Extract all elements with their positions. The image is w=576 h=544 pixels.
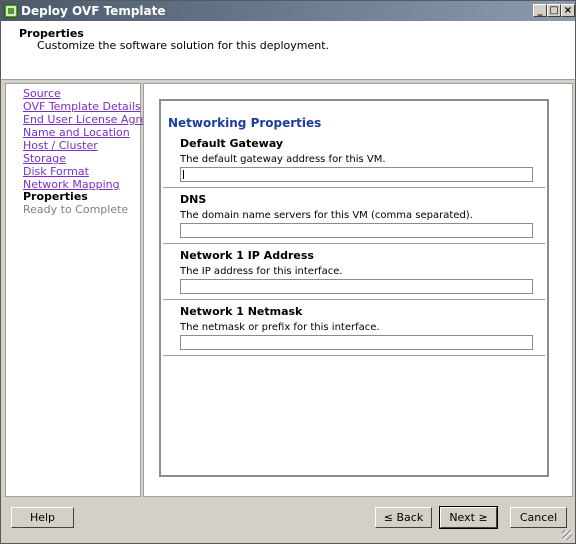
dns-label: DNS xyxy=(180,193,207,206)
network-1-netmask-input[interactable] xyxy=(180,335,533,350)
default-gateway-input[interactable] xyxy=(180,167,533,182)
help-button[interactable]: Help xyxy=(11,507,74,528)
section-divider xyxy=(163,243,545,245)
section-divider xyxy=(163,355,545,357)
deploy-ovf-window: Deploy OVF Template _ □ × Properties Cus… xyxy=(0,0,576,544)
wizard-steps-panel: Source OVF Template Details End User Lic… xyxy=(5,83,182,497)
nav-item-disk-format[interactable]: Disk Format xyxy=(23,165,89,178)
nav-item-source[interactable]: Source xyxy=(23,87,61,100)
back-button[interactable]: ≤ Back xyxy=(375,507,432,528)
nav-item-name-and-location[interactable]: Name and Location xyxy=(23,126,130,139)
dns-input[interactable] xyxy=(180,223,533,238)
maximize-button[interactable]: □ xyxy=(547,4,561,17)
section-divider xyxy=(163,187,545,189)
page-subtitle: Customize the software solution for this… xyxy=(37,39,330,52)
cancel-button[interactable]: Cancel xyxy=(510,507,567,528)
next-button[interactable]: Next ≥ xyxy=(439,506,498,529)
networking-properties-title: Networking Properties xyxy=(168,116,322,130)
networking-properties-panel: Networking Properties Default Gateway Th… xyxy=(159,99,549,477)
default-gateway-label: Default Gateway xyxy=(180,137,284,150)
close-button[interactable]: × xyxy=(561,4,575,17)
nav-item-properties: Properties xyxy=(23,190,88,203)
minimize-button[interactable]: _ xyxy=(533,4,547,17)
network-1-ip-address-label: Network 1 IP Address xyxy=(180,249,314,262)
section-divider xyxy=(163,299,545,301)
vsphere-app-icon xyxy=(4,4,18,18)
network-1-ip-address-input[interactable] xyxy=(180,279,533,294)
dns-description: The domain name servers for this VM (com… xyxy=(180,210,473,221)
nav-item-ovf-template-details[interactable]: OVF Template Details xyxy=(23,100,141,113)
wizard-header: Properties Customize the software soluti… xyxy=(1,21,575,80)
network-1-netmask-description: The netmask or prefix for this interface… xyxy=(180,322,380,333)
resize-grip-icon[interactable] xyxy=(562,530,572,540)
network-1-netmask-label: Network 1 Netmask xyxy=(180,305,303,318)
nav-item-host-cluster[interactable]: Host / Cluster xyxy=(23,139,98,152)
window-title: Deploy OVF Template xyxy=(21,4,166,18)
text-cursor xyxy=(183,170,184,179)
nav-item-ready-to-complete: Ready to Complete xyxy=(23,203,129,216)
network-1-ip-address-description: The IP address for this interface. xyxy=(180,266,343,277)
nav-item-storage[interactable]: Storage xyxy=(23,152,66,165)
default-gateway-description: The default gateway address for this VM. xyxy=(180,154,386,165)
title-bar[interactable]: Deploy OVF Template _ □ × xyxy=(1,1,575,21)
